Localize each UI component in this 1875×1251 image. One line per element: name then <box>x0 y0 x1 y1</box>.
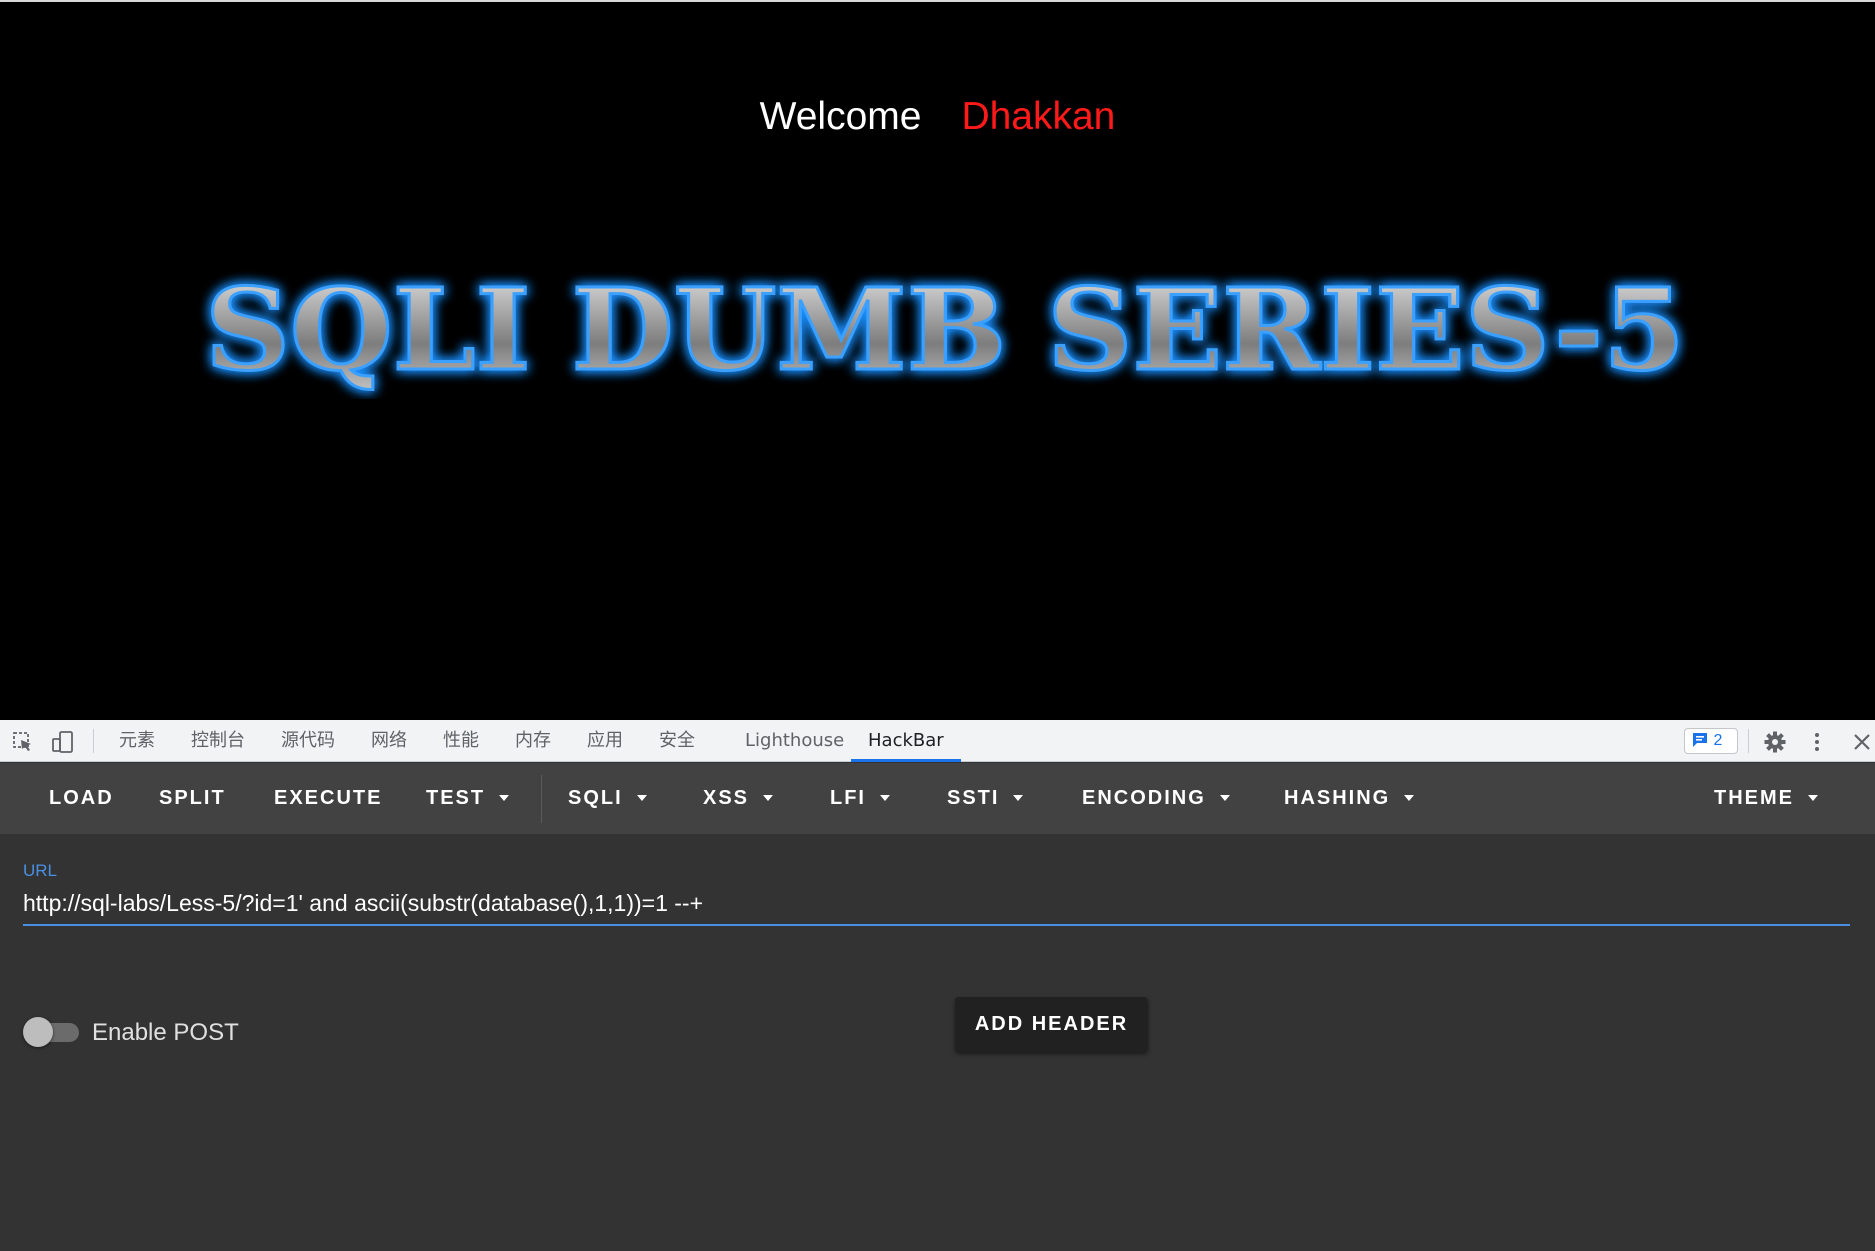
toggle-knob <box>23 1017 53 1047</box>
chevron-down-icon <box>880 795 890 801</box>
enable-post-label: Enable POST <box>92 1019 239 1046</box>
lfi-label: LFI <box>830 787 866 809</box>
chevron-down-icon <box>1808 795 1818 801</box>
ssti-label: SSTI <box>947 787 1000 809</box>
theme-menu-button[interactable]: THEME <box>1714 763 1818 834</box>
issues-badge[interactable]: 2 <box>1684 728 1738 754</box>
chevron-down-icon <box>1404 795 1415 801</box>
xss-label: XSS <box>703 787 750 809</box>
user-name: Dhakkan <box>961 95 1116 138</box>
tab-console[interactable]: 控制台 <box>191 720 245 762</box>
tab-security[interactable]: 安全 <box>659 720 695 762</box>
tab-sources[interactable]: 源代码 <box>281 720 335 762</box>
chevron-down-icon <box>1013 795 1024 801</box>
url-label: URL <box>23 861 58 880</box>
hashing-menu-button[interactable]: HASHING <box>1284 763 1415 834</box>
tab-elements[interactable]: 元素 <box>119 720 155 762</box>
theme-label: THEME <box>1714 787 1794 809</box>
chevron-down-icon <box>636 795 647 801</box>
chevron-down-icon <box>1219 795 1230 801</box>
execute-button[interactable]: EXECUTE <box>274 763 382 834</box>
tab-lighthouse[interactable]: Lighthouse <box>745 720 844 762</box>
welcome-text: Welcome <box>759 95 922 138</box>
test-menu-button[interactable]: TEST <box>426 763 510 834</box>
device-toolbar-icon[interactable] <box>52 731 74 753</box>
issues-count: 2 <box>1713 732 1723 749</box>
toolbar-divider <box>541 775 542 823</box>
devtools-tabbar: 元素 控制台 源代码 网络 性能 内存 应用 安全 Lighthouse Hac… <box>0 720 1875 762</box>
tab-memory[interactable]: 内存 <box>515 720 551 762</box>
split-button[interactable]: SPLIT <box>159 763 226 834</box>
more-vert-icon[interactable] <box>1806 731 1828 753</box>
chevron-down-icon <box>499 795 510 801</box>
hashing-label: HASHING <box>1284 787 1391 809</box>
load-label: LOAD <box>49 787 114 809</box>
toolbar-separator <box>93 729 94 753</box>
sqli-menu-button[interactable]: SQLI <box>568 763 647 834</box>
close-icon[interactable] <box>1851 731 1873 753</box>
banner-title: SQLI DUMB SERIES-5 <box>205 265 1685 396</box>
tab-network[interactable]: 网络 <box>371 720 407 762</box>
encoding-menu-button[interactable]: ENCODING <box>1082 763 1230 834</box>
devtools-panel: 元素 控制台 源代码 网络 性能 内存 应用 安全 Lighthouse Hac… <box>0 720 1875 1251</box>
tab-performance[interactable]: 性能 <box>443 720 479 762</box>
lfi-menu-button[interactable]: LFI <box>830 763 890 834</box>
url-input[interactable] <box>23 882 1850 926</box>
test-label: TEST <box>426 787 486 809</box>
banner-title-image: SQLI DUMB SERIES-5 <box>204 264 1687 398</box>
encoding-label: ENCODING <box>1082 787 1206 809</box>
gear-icon[interactable] <box>1764 731 1786 753</box>
inspect-element-icon[interactable] <box>12 731 34 753</box>
xss-menu-button[interactable]: XSS <box>703 763 774 834</box>
chevron-down-icon <box>763 795 774 801</box>
split-label: SPLIT <box>159 787 226 809</box>
enable-post-toggle[interactable] <box>23 1012 80 1052</box>
load-button[interactable]: LOAD <box>49 763 114 834</box>
tab-hackbar[interactable]: HackBar <box>851 720 961 762</box>
page-viewport: Welcome Dhakkan SQLI DUMB SERIES-5 <box>0 0 1875 720</box>
add-header-button[interactable]: ADD HEADER <box>955 997 1148 1052</box>
tab-application[interactable]: 应用 <box>587 720 623 762</box>
execute-label: EXECUTE <box>274 787 383 809</box>
toolbar-separator <box>1748 729 1749 753</box>
issues-icon <box>1693 733 1707 747</box>
sqli-label: SQLI <box>568 787 623 809</box>
hackbar-toolbar: LOAD SPLIT EXECUTE TEST SQLI XSS LFI SST… <box>0 763 1875 834</box>
ssti-menu-button[interactable]: SSTI <box>947 763 1024 834</box>
welcome-line: Welcome Dhakkan <box>0 92 1875 142</box>
